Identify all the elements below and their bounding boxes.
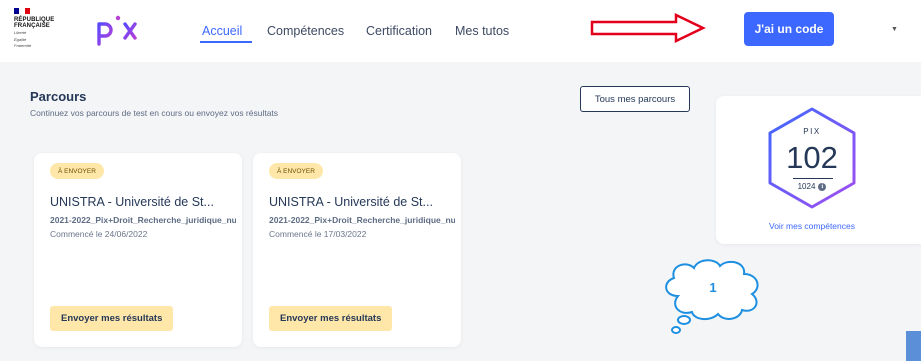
- send-results-button[interactable]: Envoyer mes résultats: [269, 306, 393, 331]
- campaign-start-date: Commencé le 24/06/2022: [50, 229, 148, 239]
- annotation-arrow-icon: [590, 13, 706, 43]
- nav-active-underline: [200, 41, 252, 43]
- campaign-name: 2021-2022_Pix+Droit_Recherche_juridique_…: [50, 215, 236, 225]
- send-results-button[interactable]: Envoyer mes résultats: [50, 306, 174, 331]
- campaign-organization: UNISTRA - Université de St...: [269, 195, 433, 209]
- score-value: 102: [786, 140, 838, 175]
- campaign-card[interactable]: À ENVOYER UNISTRA - Université de St... …: [253, 153, 461, 347]
- see-competences-link[interactable]: Voir mes compétences: [716, 221, 908, 231]
- pix-logo[interactable]: [96, 12, 140, 48]
- score-label: PIX: [803, 127, 821, 136]
- republique-francaise-logo[interactable]: RÉPUBLIQUE FRANÇAISE Liberté Égalité Fra…: [14, 8, 64, 49]
- campaign-name: 2021-2022_Pix+Droit_Recherche_juridique_…: [269, 215, 455, 225]
- campaign-start-date: Commencé le 17/03/2022: [269, 229, 367, 239]
- score-max: 1024: [797, 182, 816, 191]
- user-menu-caret-icon[interactable]: ▼: [891, 26, 898, 33]
- french-flag-icon: [14, 8, 30, 14]
- nav-competences[interactable]: Compétences: [267, 24, 344, 38]
- campaign-card[interactable]: À ENVOYER UNISTRA - Université de St... …: [34, 153, 242, 347]
- pix-score-card: PIX 102 1024 i Voir mes compétences: [716, 96, 921, 244]
- rf-motto-3: Fraternité: [14, 43, 32, 48]
- status-badge: À ENVOYER: [269, 163, 323, 179]
- rf-motto-2: Égalité: [14, 36, 27, 42]
- code-button[interactable]: J'ai un code: [744, 12, 834, 46]
- section-title: Parcours: [30, 89, 87, 104]
- top-bar: RÉPUBLIQUE FRANÇAISE Liberté Égalité Fra…: [0, 0, 921, 62]
- info-icon[interactable]: i: [818, 182, 827, 191]
- all-campaigns-button[interactable]: Tous mes parcours: [580, 86, 690, 112]
- score-divider: [793, 178, 833, 179]
- nav-certification[interactable]: Certification: [366, 24, 432, 38]
- score-max-row: 1024 i: [764, 182, 860, 191]
- campaign-organization: UNISTRA - Université de St...: [50, 195, 214, 209]
- annotation-cloud-icon: 1: [665, 259, 759, 334]
- rf-motto-1: Liberté: [14, 30, 27, 35]
- nav-accueil[interactable]: Accueil: [202, 24, 242, 38]
- annotation-number: 1: [709, 280, 716, 295]
- rf-title-line-2: FRANÇAISE: [14, 23, 50, 29]
- status-badge: À ENVOYER: [50, 163, 104, 179]
- section-subtitle: Continuez vos parcours de test en cours …: [30, 108, 279, 118]
- corner-widget: [906, 331, 921, 361]
- nav-mes-tutos[interactable]: Mes tutos: [455, 24, 509, 38]
